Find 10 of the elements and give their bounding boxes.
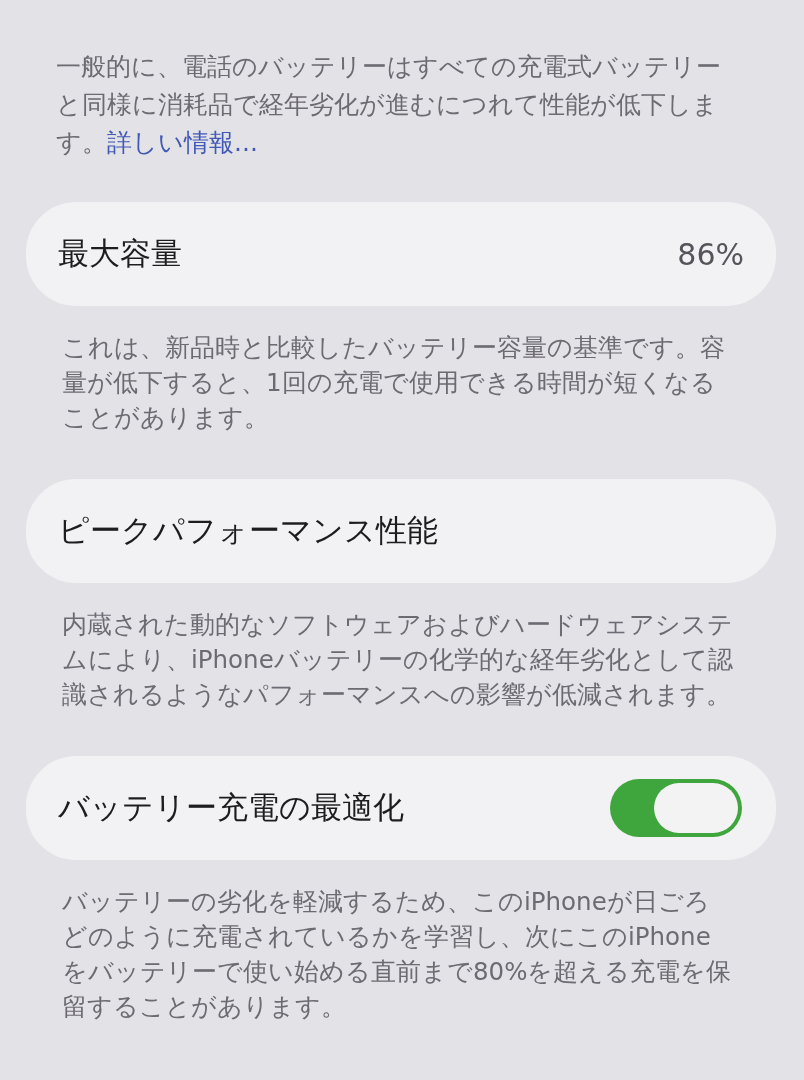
row-title: バッテリー充電の最適化 <box>58 788 404 827</box>
footer-text: 内蔵された動的なソフトウェアおよびハードウェアシステムにより、iPhoneバッテリーの化学的な経年劣化として認識されるようなパフォーマンスへの影響が低減されます。 <box>62 609 734 711</box>
intro-text: 一般的に、電話のバッテリーはすべての充電式バッテリーと同様に消耗品で経年劣化が進むにつれて性能が低下します。詳しい情報... <box>56 51 722 159</box>
footer-text: これは、新品時と比較したバッテリー容量の基準です。容量が低下すると、1回の充電で使用できる時間が短くなることがあります。 <box>62 332 726 434</box>
footer-text: バッテリーの劣化を軽減するため、このiPhoneが日ごろどのように充電されているかを学習し、次にこのiPhoneをバッテリーで使い始める直前まで80%を超える充電を保留することがあります。 <box>62 886 733 1023</box>
more-info-link[interactable]: 詳しい情報... <box>107 128 258 157</box>
row-title: 最大容量 <box>58 234 182 273</box>
toggle-switch[interactable] <box>610 779 742 837</box>
row-value: 86% <box>677 236 744 272</box>
row-title: ピークパフォーマンス性能 <box>58 511 438 550</box>
